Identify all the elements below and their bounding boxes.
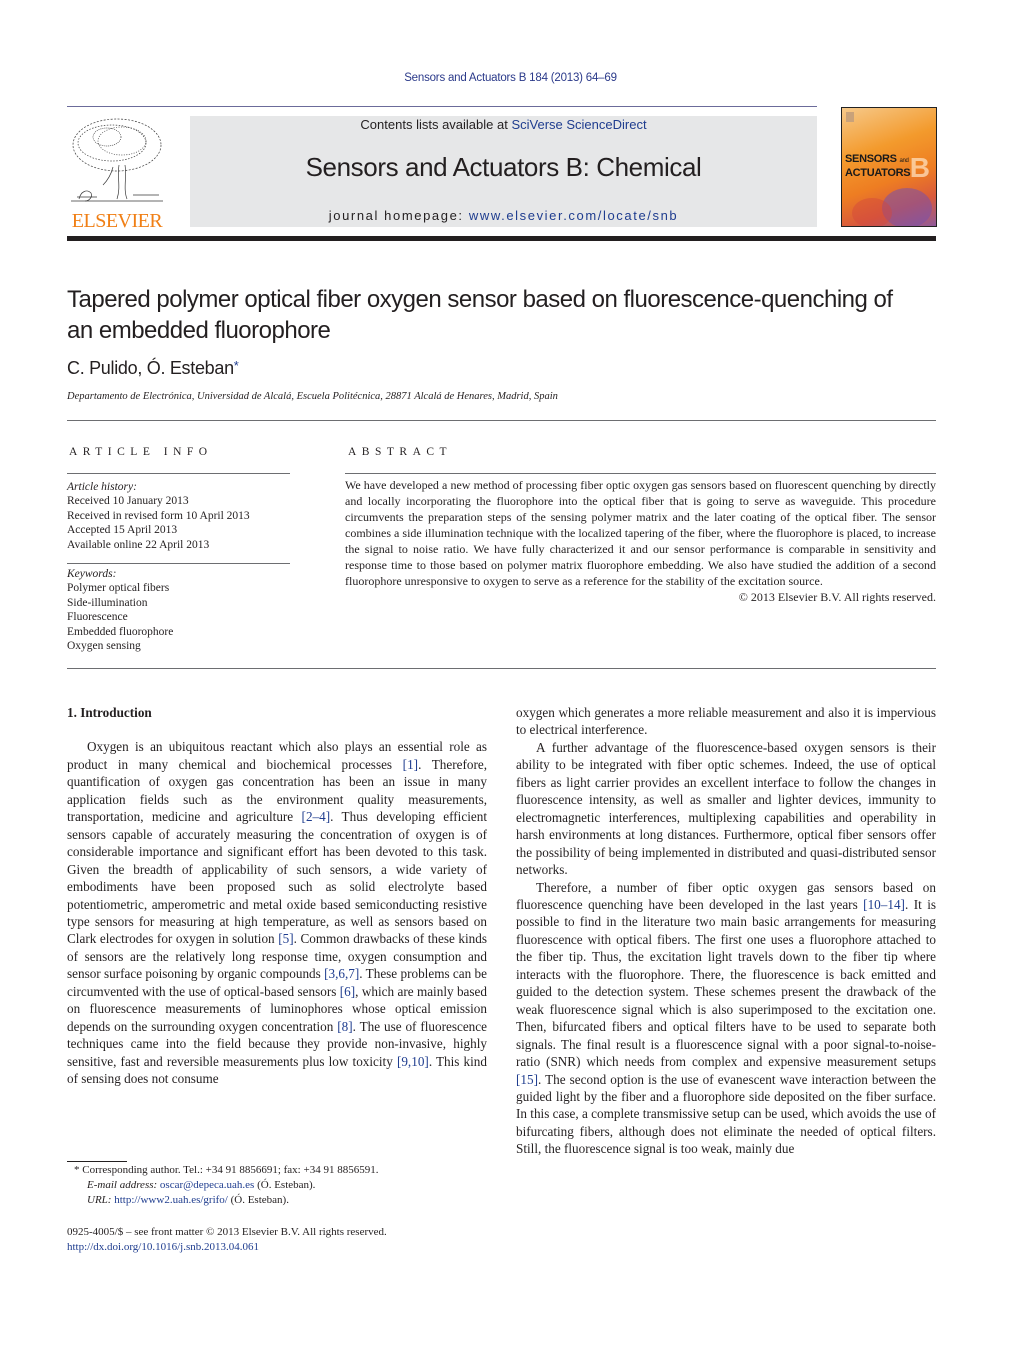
body-column-right: oxygen which generates a more reliable m… (516, 704, 936, 1158)
author-list: C. Pulido, Ó. Esteban* (67, 358, 239, 378)
contents-line: Contents lists available at SciVerse Sci… (360, 117, 647, 132)
paragraph: A further advantage of the fluorescence-… (516, 739, 936, 878)
keywords: Keywords: Polymer optical fibers Side-il… (67, 567, 291, 653)
journal-homepage: journal homepage: www.elsevier.com/locat… (328, 208, 679, 223)
cover-title: SENSORS and ACTUATORS (845, 153, 911, 179)
cover-decoration (852, 198, 892, 226)
citation-link[interactable]: [15] (516, 1072, 538, 1087)
cover-publisher-icon (846, 112, 854, 122)
keywords-label: Keywords: (67, 568, 117, 580)
footnote-rule (67, 1161, 127, 1162)
body-column-left: 1. Introduction Oxygen is an ubiquitous … (67, 704, 487, 1088)
citation-link[interactable]: [10–14] (863, 897, 905, 912)
paragraph: Oxygen is an ubiquitous reactant which a… (67, 739, 487, 1087)
keyword-item: Fluorescence (67, 611, 128, 624)
cover-letter: B (909, 152, 930, 183)
paragraph: oxygen which generates a more reliable m… (516, 705, 936, 738)
abstract-text: We have developed a new method of proces… (345, 478, 936, 588)
header-rule (67, 106, 817, 107)
email-note: E-mail address: oscar@depeca.uah.es (Ó. … (87, 1179, 316, 1191)
history-item: Received in revised form 10 April 2013 (67, 509, 250, 522)
article-history: Article history: Received 10 January 201… (67, 480, 291, 552)
elsevier-logo[interactable]: ELSEVIER (67, 115, 167, 232)
abstract: We have developed a new method of proces… (345, 477, 936, 605)
elsevier-tree-icon (71, 118, 163, 202)
masthead-rule (67, 236, 936, 241)
affiliation: Departamento de Electrónica, Universidad… (67, 391, 558, 402)
keyword-item: Embedded fluorophore (67, 625, 174, 638)
citation-link[interactable]: [1] (403, 757, 418, 772)
journal-cover-thumbnail[interactable]: B SENSORS and ACTUATORS (841, 107, 937, 227)
divider (345, 473, 936, 474)
article-info-heading: ARTICLE INFO (69, 446, 213, 458)
citation-link[interactable]: [9,10] (397, 1054, 429, 1069)
divider (67, 668, 936, 669)
journal-title: Sensors and Actuators B: Chemical (305, 152, 702, 182)
abstract-copyright: © 2013 Elsevier B.V. All rights reserved… (738, 590, 936, 604)
citation-link[interactable]: [3,6,7] (324, 966, 359, 981)
footnotes: * Corresponding author. Tel.: +34 91 885… (67, 1163, 497, 1208)
front-matter: 0925-4005/$ – see front matter © 2013 El… (67, 1225, 497, 1255)
history-item: Available online 22 April 2013 (67, 538, 210, 551)
divider (67, 420, 936, 421)
keyword-item: Polymer optical fibers (67, 582, 170, 595)
corresponding-author-mark[interactable]: * (234, 358, 239, 373)
citation-link[interactable]: [8] (337, 1019, 352, 1034)
divider (67, 473, 290, 474)
history-label: Article history: (67, 481, 137, 493)
history-item: Received 10 January 2013 (67, 495, 189, 508)
corresponding-author-note: * Corresponding author. Tel.: +34 91 885… (74, 1164, 379, 1176)
citation-link[interactable]: [5] (278, 931, 293, 946)
email-link[interactable]: oscar@depeca.uah.es (160, 1179, 254, 1191)
history-item: Accepted 15 April 2013 (67, 524, 178, 537)
homepage-link[interactable]: www.elsevier.com/locate/snb (469, 208, 678, 223)
url-link[interactable]: http://www2.uah.es/grifo/ (114, 1194, 228, 1206)
issn-line: 0925-4005/$ – see front matter © 2013 El… (67, 1226, 387, 1238)
divider (67, 563, 290, 564)
elsevier-wordmark: ELSEVIER (71, 210, 163, 232)
keyword-item: Side-illumination (67, 596, 148, 609)
sciencedirect-link[interactable]: SciVerse ScienceDirect (511, 117, 646, 132)
citation-link[interactable]: [6] (340, 984, 355, 999)
paragraph: Therefore, a number of fiber optic oxyge… (516, 879, 937, 1157)
doi-link[interactable]: http://dx.doi.org/10.1016/j.snb.2013.04.… (67, 1241, 259, 1253)
url-note: URL: http://www2.uah.es/grifo/ (Ó. Esteb… (87, 1194, 289, 1206)
citation-link[interactable]: [2–4] (302, 809, 331, 824)
journal-banner: Contents lists available at SciVerse Sci… (190, 116, 817, 227)
section-heading: 1. Introduction (67, 705, 152, 720)
abstract-heading: ABSTRACT (348, 446, 453, 458)
article-title: Tapered polymer optical fiber oxygen sen… (67, 286, 893, 344)
keyword-item: Oxygen sensing (67, 640, 141, 653)
running-head[interactable]: Sensors and Actuators B 184 (2013) 64–69 (0, 72, 1021, 84)
